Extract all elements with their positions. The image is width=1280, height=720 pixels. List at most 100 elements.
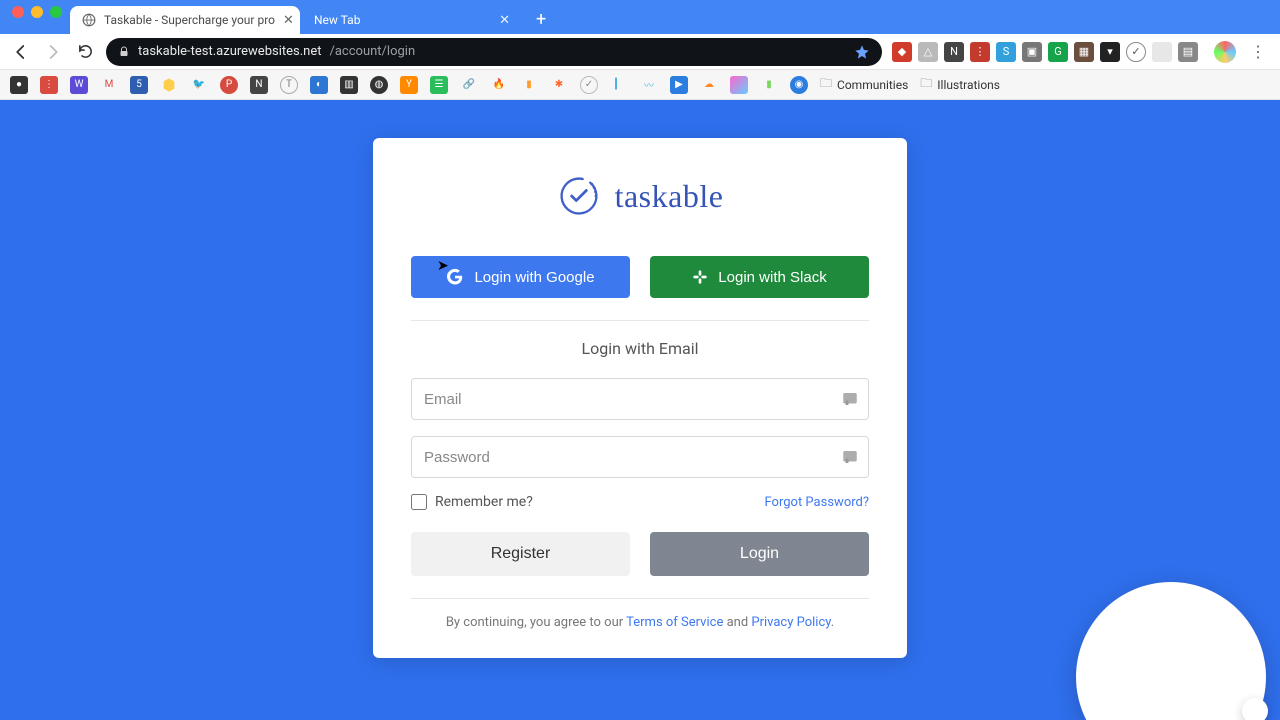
remember-me-label: Remember me? [435,494,533,510]
bookmark-icon[interactable]: 🔗 [460,76,478,94]
privacy-link[interactable]: Privacy Policy [751,615,830,630]
window-close-icon[interactable] [12,6,24,18]
login-slack-button[interactable]: Login with Slack [650,256,869,298]
globe-icon [82,13,96,27]
window-zoom-icon[interactable] [50,6,62,18]
extension-icon[interactable]: ▤ [1178,42,1198,62]
bookmark-icon[interactable]: 🐦 [190,76,208,94]
bookmark-icon[interactable] [160,76,178,94]
bookmark-icon[interactable]: 🔥 [490,76,508,94]
close-icon[interactable]: ✕ [499,13,510,28]
extension-icon[interactable] [1152,42,1172,62]
extension-icon[interactable]: ⋮ [970,42,990,62]
new-tab-button[interactable]: + [524,9,558,34]
tab-title: New Tab [314,13,360,27]
legal-pre: By continuing, you agree to our [446,615,626,630]
bookmark-icon[interactable]: W [70,76,88,94]
browser-titlebar: Taskable - Supercharge your pro ✕ New Ta… [0,0,1280,34]
bookmark-icon[interactable]: ▎ [610,76,628,94]
forgot-password-link[interactable]: Forgot Password? [764,495,869,510]
password-field[interactable] [411,436,869,478]
bookmark-icon[interactable]: 5 [130,76,148,94]
bookmark-icon[interactable]: ▥ [340,76,358,94]
password-manager-icon[interactable] [841,448,859,466]
window-controls [8,0,70,34]
bookmarks-bar: ● ⋮ W M 5 🐦 P N T ◐ ▥ ◍ Y ☰ 🔗 🔥 ▮ ✱ ✓ ▎ … [0,70,1280,100]
bookmark-star-icon[interactable] [854,44,870,60]
bookmark-folder-illustrations[interactable]: 🗀 Illustrations [920,74,1000,95]
bookmark-icon[interactable]: ☁ [700,76,718,94]
extension-icon[interactable]: G [1048,42,1068,62]
email-field[interactable] [411,378,869,420]
extension-icon[interactable]: ▣ [1022,42,1042,62]
taskable-mark-icon [557,174,601,218]
legal-text: By continuing, you agree to our Terms of… [411,615,869,630]
bookmark-icon[interactable]: 〰 [640,76,658,94]
bookmark-icon[interactable]: ◍ [370,76,388,94]
bookmark-icon[interactable]: ◐ [310,76,328,94]
tab-taskable[interactable]: Taskable - Supercharge your pro ✕ [70,6,300,34]
terms-link[interactable]: Terms of Service [626,615,723,630]
extension-icon[interactable]: S [996,42,1016,62]
bookmark-icon[interactable]: ✓ [580,76,598,94]
folder-icon: 🗀 [920,74,932,95]
close-icon[interactable]: ✕ [283,13,294,28]
brand-name: taskable [615,178,724,215]
login-google-button[interactable]: Login with Google [411,256,630,298]
remember-me-checkbox[interactable] [411,494,427,510]
extension-icon[interactable]: ✓ [1126,42,1146,62]
bookmark-icon[interactable]: ⋮ [40,76,58,94]
bookmark-folder-label: Communities [837,78,908,92]
tab-newtab[interactable]: New Tab ✕ [302,6,522,34]
bookmark-icon[interactable]: Y [400,76,418,94]
bookmark-folder-communities[interactable]: 🗀 Communities [820,74,908,95]
browser-menu-button[interactable]: ⋮ [1246,42,1270,61]
button-label: Login with Google [474,269,594,286]
divider [411,320,869,321]
chat-widget-button[interactable] [1076,582,1266,720]
bookmark-icon[interactable]: ▶ [670,76,688,94]
bookmark-icon[interactable]: M [100,76,118,94]
page-viewport: taskable Login with Google Login with Sl… [0,100,1280,720]
remember-me[interactable]: Remember me? [411,494,533,510]
lock-icon [118,46,130,58]
legal-post: . [831,615,834,630]
bookmark-icon[interactable]: N [250,76,268,94]
bookmark-icon[interactable]: ▮ [520,76,538,94]
login-email-heading: Login with Email [411,339,869,358]
login-card: taskable Login with Google Login with Sl… [373,138,907,658]
bookmark-icon[interactable]: ✱ [550,76,568,94]
browser-tabs: Taskable - Supercharge your pro ✕ New Ta… [70,0,558,34]
bookmark-folder-label: Illustrations [937,78,1000,92]
button-label: Login with Slack [718,269,826,286]
extensions-row: ◆ △ N ⋮ S ▣ G ▦ ▾ ✓ ▤ [892,42,1198,62]
bookmark-icon[interactable]: ▮ [760,76,778,94]
forward-button[interactable] [42,41,64,63]
register-button[interactable]: Register [411,532,630,576]
extension-icon[interactable]: N [944,42,964,62]
extension-icon[interactable]: ▾ [1100,42,1120,62]
extension-icon[interactable]: ▦ [1074,42,1094,62]
legal-mid: and [723,615,751,630]
bookmark-icon[interactable]: ☰ [430,76,448,94]
bookmark-icon[interactable]: ● [10,76,28,94]
profile-avatar[interactable] [1214,41,1236,63]
slack-icon [692,269,708,285]
back-button[interactable] [10,41,32,63]
password-manager-icon[interactable] [841,390,859,408]
bookmark-icon[interactable]: ◉ [790,76,808,94]
window-minimize-icon[interactable] [31,6,43,18]
folder-icon: 🗀 [820,74,832,95]
reload-button[interactable] [74,41,96,63]
extension-icon[interactable]: △ [918,42,938,62]
divider [411,598,869,599]
bookmark-icon[interactable]: P [220,76,238,94]
address-bar[interactable]: taskable-test.azurewebsites.net/account/… [106,38,882,66]
login-button[interactable]: Login [650,532,869,576]
url-path: /account/login [330,44,416,59]
tab-title: Taskable - Supercharge your pro [104,13,275,27]
browser-toolbar: taskable-test.azurewebsites.net/account/… [0,34,1280,70]
extension-icon[interactable]: ◆ [892,42,912,62]
bookmark-icon[interactable] [730,76,748,94]
bookmark-icon[interactable]: T [280,76,298,94]
